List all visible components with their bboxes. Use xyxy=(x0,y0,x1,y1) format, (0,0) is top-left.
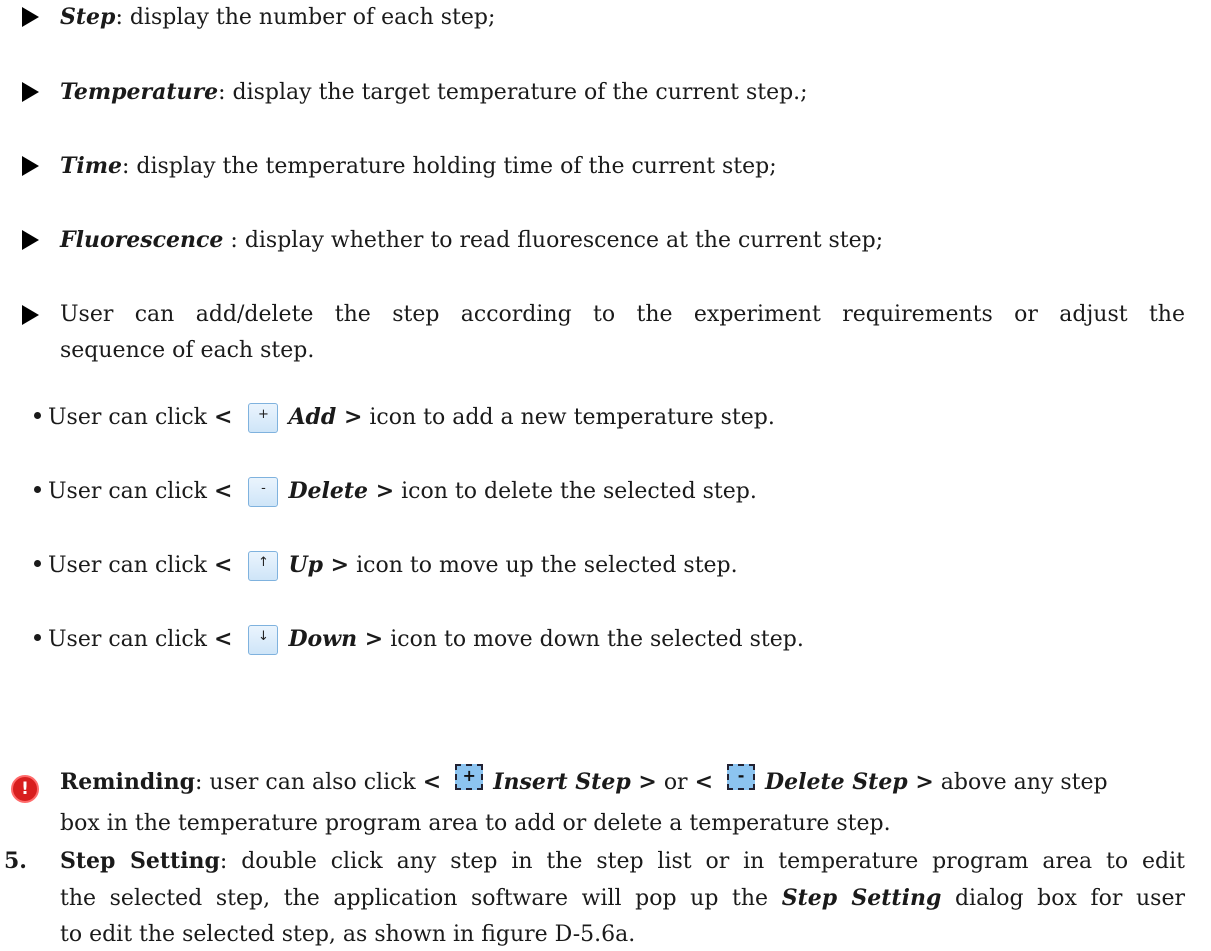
down-arrow-icon[interactable]: ↓ xyxy=(248,625,279,655)
up-arrow-icon[interactable]: ↑ xyxy=(248,551,279,581)
bullet-arrow-icon xyxy=(22,156,39,176)
add-icon[interactable]: + xyxy=(248,403,279,433)
desc-temperature: display the target temperature of the cu… xyxy=(232,80,808,105)
add-icon-item: User can click < + Add > icon to add a new… xyxy=(48,401,775,443)
bullet-arrow-icon xyxy=(22,305,39,325)
delete-icon[interactable]: - xyxy=(248,477,279,507)
bullet-step: Step: display the number of each step; xyxy=(60,4,496,30)
alert-icon: ! xyxy=(11,775,39,803)
term-temperature: Temperature xyxy=(60,79,219,105)
delete-step-icon[interactable]: - xyxy=(727,764,756,790)
user-bullet-line2: sequence of each step. xyxy=(60,338,315,363)
reminder-line2: box in the temperature program area to a… xyxy=(60,811,891,836)
step-setting-line1: Step Setting: double click any step in t… xyxy=(60,848,1185,874)
bullet-temperature: Temperature: display the target temperat… xyxy=(60,79,808,105)
up-icon-item: User can click < ↑ Up > icon to move up th… xyxy=(48,549,738,591)
section-number: 5. xyxy=(4,848,27,874)
desc-fluorescence: display whether to read fluorescence at … xyxy=(244,228,884,253)
sub-bullet-dot xyxy=(34,634,41,641)
delete-icon-item: User can click < - Delete > icon to delete… xyxy=(48,475,757,517)
desc-step: display the number of each step; xyxy=(129,5,496,30)
bullet-arrow-icon xyxy=(22,230,39,250)
sub-bullet-dot xyxy=(34,560,41,567)
step-setting-title: Step Setting xyxy=(60,848,220,874)
bullet-time: Time: display the temperature holding ti… xyxy=(60,153,777,179)
user-bullet-line1: User can add/delete the step according t… xyxy=(60,302,1185,327)
term-step: Step xyxy=(60,4,116,30)
bullet-arrow-icon xyxy=(22,82,39,102)
bullet-fluorescence: Fluorescence : display whether to read f… xyxy=(60,227,884,253)
term-time: Time xyxy=(60,153,123,179)
term-fluorescence: Fluorescence xyxy=(60,227,224,253)
reminder-label: Reminding xyxy=(60,769,196,795)
bullet-arrow-icon xyxy=(22,7,39,27)
desc-time: display the temperature holding time of … xyxy=(136,154,777,179)
down-icon-item: User can click < ↓ Down > icon to move dow… xyxy=(48,623,804,665)
step-setting-line3: to edit the selected step, as shown in f… xyxy=(60,922,636,947)
step-setting-line2: the selected step, the application softw… xyxy=(60,885,1185,911)
insert-step-icon[interactable]: + xyxy=(455,764,484,790)
sub-bullet-dot xyxy=(34,412,41,419)
reminder-line1: Reminding: user can also click < + Insert … xyxy=(60,764,1108,795)
sub-bullet-dot xyxy=(34,486,41,493)
